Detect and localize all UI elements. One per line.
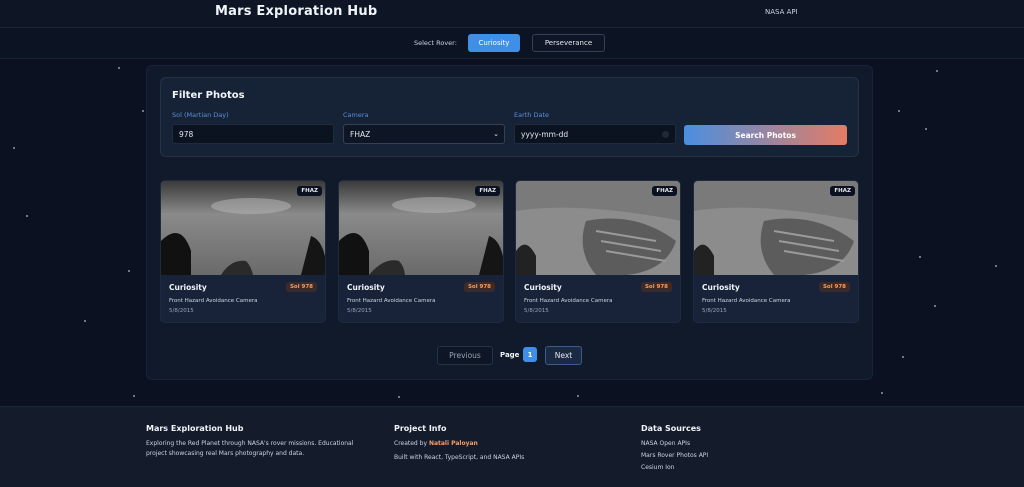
camera-badge: FHAZ — [830, 186, 855, 196]
previous-page-button[interactable]: Previous — [437, 346, 493, 365]
card-rover-name: Curiosity — [347, 283, 385, 292]
footer-created-line: Created by Natali Paloyan — [394, 439, 478, 449]
footer-source-link[interactable]: Cesium Ion — [641, 463, 674, 473]
photo-card[interactable]: FHAZ Curiosity Sol 978 Front Hazard Avoi… — [160, 180, 326, 323]
camera-select[interactable]: FHAZ ⌄ — [343, 124, 505, 144]
camera-select-value: FHAZ — [350, 129, 371, 139]
footer-built-with: Built with React, TypeScript, and NASA A… — [394, 454, 525, 461]
earth-date-input[interactable]: yyyy-mm-dd — [514, 124, 676, 144]
rover-photo[interactable]: FHAZ — [339, 181, 503, 275]
card-rover-name: Curiosity — [169, 283, 207, 292]
rover-photo[interactable]: FHAZ — [161, 181, 325, 275]
card-camera-name: Front Hazard Avoidance Camera — [524, 298, 613, 304]
app-title[interactable]: Mars Exploration Hub — [215, 4, 377, 19]
card-date: 5/8/2015 — [169, 308, 194, 314]
current-page-number: 1 — [523, 347, 537, 362]
rover-photo[interactable]: FHAZ — [516, 181, 680, 275]
sol-label: Sol (Martian Day) — [172, 111, 229, 119]
rover-selector-bar: Select Rover: Curiosity Perseverance — [0, 28, 1024, 59]
footer-created-label: Created by — [394, 440, 428, 447]
next-page-button[interactable]: Next — [545, 346, 582, 365]
card-rover-name: Curiosity — [702, 283, 740, 292]
page-label: Page — [500, 351, 520, 359]
card-camera-name: Front Hazard Avoidance Camera — [347, 298, 436, 304]
sol-badge: Sol 978 — [285, 282, 317, 292]
rover-button-curiosity[interactable]: Curiosity — [468, 34, 520, 52]
camera-label: Camera — [343, 111, 369, 119]
sol-badge: Sol 978 — [818, 282, 850, 292]
card-date: 5/8/2015 — [347, 308, 372, 314]
sol-input-value: 978 — [179, 129, 194, 139]
card-camera-name: Front Hazard Avoidance Camera — [702, 298, 791, 304]
chevron-down-icon: ⌄ — [493, 130, 499, 138]
card-date: 5/8/2015 — [524, 308, 549, 314]
sol-badge: Sol 978 — [640, 282, 672, 292]
card-rover-name: Curiosity — [524, 283, 562, 292]
footer-author-link[interactable]: Natali Paloyan — [429, 440, 478, 447]
photo-card[interactable]: FHAZ Curiosity Sol 978 Front Hazard Avoi… — [338, 180, 504, 323]
card-date: 5/8/2015 — [702, 308, 727, 314]
camera-badge: FHAZ — [475, 186, 500, 196]
sol-input[interactable]: 978 — [172, 124, 334, 144]
footer-about-title: Mars Exploration Hub — [146, 424, 244, 433]
footer-about-text: Exploring the Red Planet through NASA's … — [146, 440, 354, 457]
earth-date-label: Earth Date — [514, 111, 550, 119]
camera-badge: FHAZ — [297, 186, 322, 196]
footer-source-link[interactable]: Mars Rover Photos API — [641, 451, 708, 461]
rover-select-label: Select Rover: — [414, 39, 457, 47]
card-camera-name: Front Hazard Avoidance Camera — [169, 298, 258, 304]
photo-card[interactable]: FHAZ Curiosity Sol 978 Front Hazard Avoi… — [693, 180, 859, 323]
rover-button-perseverance[interactable]: Perseverance — [532, 34, 605, 52]
filter-panel — [160, 77, 859, 157]
footer-sources-title: Data Sources — [641, 424, 701, 433]
footer-source-link[interactable]: NASA Open APIs — [641, 439, 690, 449]
top-navbar: Mars Exploration Hub NASA API — [0, 0, 1024, 28]
earth-date-placeholder: yyyy-mm-dd — [521, 129, 569, 139]
calendar-icon[interactable] — [662, 131, 669, 138]
rover-photo[interactable]: FHAZ — [694, 181, 858, 275]
sol-badge: Sol 978 — [463, 282, 495, 292]
search-photos-button[interactable]: Search Photos — [684, 125, 847, 145]
photo-card[interactable]: FHAZ Curiosity Sol 978 Front Hazard Avoi… — [515, 180, 681, 323]
filter-title: Filter Photos — [172, 90, 245, 101]
camera-badge: FHAZ — [652, 186, 677, 196]
footer-project-title: Project Info — [394, 424, 447, 433]
nasa-api-link[interactable]: NASA API — [765, 8, 798, 16]
